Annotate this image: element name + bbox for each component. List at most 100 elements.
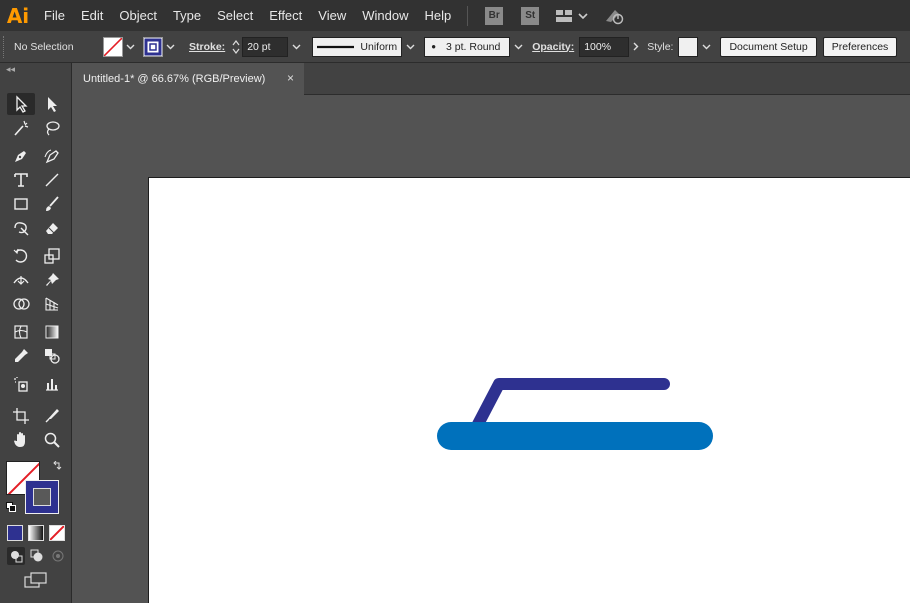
artboard[interactable] bbox=[148, 177, 910, 603]
fill-dropdown[interactable] bbox=[123, 37, 137, 57]
arrange-documents-button[interactable] bbox=[555, 6, 589, 26]
tool-row bbox=[0, 217, 72, 241]
tool-row bbox=[0, 145, 72, 169]
tool-row bbox=[0, 429, 72, 453]
profile-dropdown[interactable] bbox=[402, 37, 418, 57]
document-tab[interactable]: Untitled-1* @ 66.67% (RGB/Preview) × bbox=[73, 63, 304, 95]
opacity-input[interactable]: 100% bbox=[579, 36, 630, 57]
preferences-button[interactable]: Preferences bbox=[822, 36, 898, 57]
menu-select[interactable]: Select bbox=[209, 0, 261, 31]
draw-normal-button[interactable] bbox=[7, 547, 25, 565]
zoom-tool[interactable] bbox=[38, 429, 66, 451]
scale-tool[interactable] bbox=[38, 245, 66, 267]
menu-help[interactable]: Help bbox=[416, 0, 459, 31]
slice-knife-icon bbox=[45, 409, 59, 423]
symbol-sprayer-tool[interactable] bbox=[7, 373, 35, 395]
menu-bar: Ai File Edit Object Type Select Effect V… bbox=[0, 0, 910, 31]
shape-builder-tool[interactable] bbox=[7, 293, 35, 315]
artboard-icon bbox=[13, 408, 29, 424]
eraser-tool[interactable] bbox=[38, 217, 66, 239]
style-dropdown[interactable] bbox=[698, 37, 714, 57]
document-setup-button[interactable]: Document Setup bbox=[720, 36, 817, 57]
stroke-weight-input[interactable]: 20 pt bbox=[242, 36, 289, 57]
stroke-weight-stepper[interactable] bbox=[230, 37, 242, 57]
swap-fill-stroke-icon[interactable] bbox=[52, 461, 62, 471]
menu-type[interactable]: Type bbox=[165, 0, 209, 31]
tool-row bbox=[0, 345, 72, 369]
arrange-documents-icon bbox=[556, 9, 588, 22]
blend-tool[interactable] bbox=[38, 345, 66, 367]
app-logo: Ai bbox=[6, 3, 30, 28]
document-tab-title: Untitled-1* @ 66.67% (RGB/Preview) bbox=[83, 73, 266, 85]
brush-dropdown[interactable] bbox=[510, 37, 526, 57]
draw-inside-button[interactable] bbox=[49, 547, 67, 565]
rotate-tool[interactable] bbox=[7, 245, 35, 267]
stroke-dropdown[interactable] bbox=[163, 37, 177, 57]
magic-wand-tool[interactable] bbox=[7, 117, 35, 139]
control-bar-grip[interactable] bbox=[3, 35, 9, 58]
stock-button[interactable]: St bbox=[519, 6, 541, 26]
profile-line-icon bbox=[317, 45, 355, 48]
variable-width-profile[interactable]: Uniform bbox=[312, 36, 403, 57]
stroke-indicator[interactable] bbox=[25, 480, 59, 514]
draw-behind-icon bbox=[30, 549, 43, 562]
menu-object[interactable]: Object bbox=[111, 0, 165, 31]
tool-row bbox=[0, 169, 72, 193]
rotate-icon bbox=[13, 248, 28, 263]
opacity-expand[interactable] bbox=[629, 37, 643, 57]
type-tool[interactable] bbox=[7, 169, 35, 191]
zoom-icon bbox=[44, 432, 60, 448]
tools-collapse-toggle[interactable]: ◂◂ bbox=[0, 63, 71, 75]
stock-icon: St bbox=[521, 6, 540, 25]
chevron-down-icon bbox=[406, 44, 415, 49]
bridge-button[interactable]: Br bbox=[483, 6, 505, 26]
curvature-tool[interactable] bbox=[38, 145, 66, 167]
mesh-tool[interactable] bbox=[7, 321, 35, 343]
menu-view[interactable]: View bbox=[310, 0, 354, 31]
color-button[interactable] bbox=[7, 525, 23, 541]
tool-row bbox=[0, 245, 72, 269]
slice-tool[interactable] bbox=[38, 405, 66, 427]
menu-window[interactable]: Window bbox=[354, 0, 416, 31]
eyedropper-tool[interactable] bbox=[7, 345, 35, 367]
selection-tool[interactable] bbox=[7, 93, 35, 115]
rectangle-tool[interactable] bbox=[7, 193, 35, 215]
stroke-label[interactable]: Stroke: bbox=[189, 41, 225, 53]
hand-tool[interactable] bbox=[7, 429, 35, 451]
menu-file[interactable]: File bbox=[36, 0, 73, 31]
shaper-tool[interactable] bbox=[7, 217, 35, 239]
opacity-label[interactable]: Opacity: bbox=[532, 41, 574, 53]
close-tab-icon[interactable]: × bbox=[287, 71, 294, 85]
gpu-performance-button[interactable] bbox=[603, 6, 625, 26]
curvature-pen-icon bbox=[44, 149, 59, 164]
direct-selection-tool[interactable] bbox=[38, 93, 66, 115]
draw-behind-button[interactable] bbox=[28, 547, 46, 565]
menu-effect[interactable]: Effect bbox=[261, 0, 310, 31]
paintbrush-tool[interactable] bbox=[38, 193, 66, 215]
brush-definition[interactable]: ● 3 pt. Round bbox=[424, 36, 511, 57]
lasso-tool[interactable] bbox=[38, 117, 66, 139]
iron-handle-path[interactable] bbox=[470, 378, 670, 434]
stroke-swatch[interactable] bbox=[143, 36, 163, 57]
stroke-weight-dropdown[interactable] bbox=[288, 37, 304, 57]
graphic-style-swatch[interactable] bbox=[678, 36, 699, 57]
gradient-tool[interactable] bbox=[38, 321, 66, 343]
screen-mode-button[interactable] bbox=[24, 571, 48, 589]
column-graph-tool[interactable] bbox=[38, 373, 66, 395]
puppet-warp-tool[interactable] bbox=[38, 269, 66, 291]
default-fill-stroke-icon[interactable] bbox=[6, 502, 16, 512]
menu-edit[interactable]: Edit bbox=[73, 0, 111, 31]
shape-builder-icon bbox=[13, 298, 30, 310]
perspective-grid-tool[interactable] bbox=[38, 293, 66, 315]
pen-tool[interactable] bbox=[7, 145, 35, 167]
fill-swatch[interactable] bbox=[103, 36, 123, 57]
none-button[interactable] bbox=[49, 525, 65, 541]
line-segment-tool[interactable] bbox=[38, 169, 66, 191]
gradient-button[interactable] bbox=[28, 525, 44, 541]
artboard-tool[interactable] bbox=[7, 405, 35, 427]
no-fill-icon bbox=[104, 37, 122, 56]
none-icon bbox=[50, 526, 64, 540]
stroke-indicator-inner bbox=[33, 488, 51, 506]
width-tool[interactable] bbox=[7, 269, 35, 291]
artwork[interactable] bbox=[149, 178, 910, 603]
